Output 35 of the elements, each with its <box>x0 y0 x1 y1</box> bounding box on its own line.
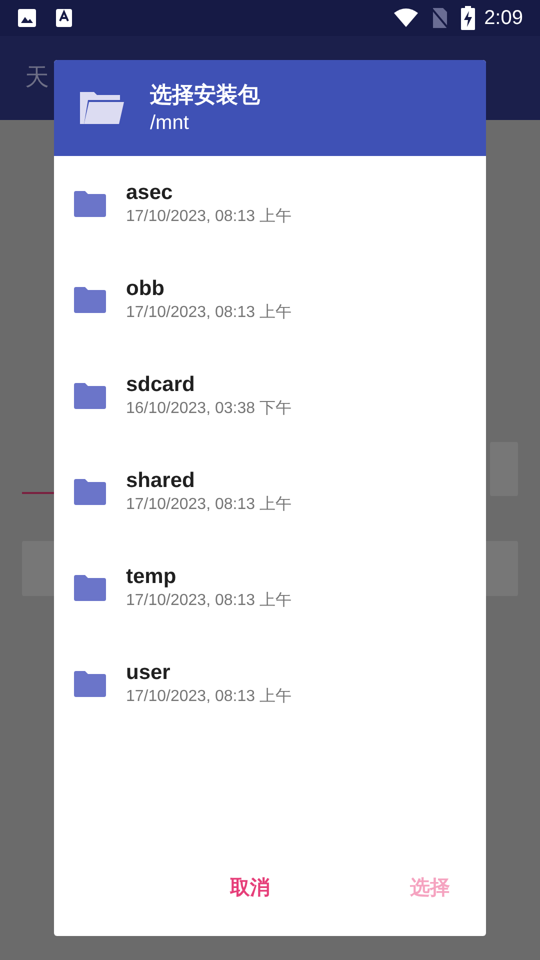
folder-name: shared <box>126 468 196 494</box>
folder-name: temp <box>126 564 178 590</box>
folder-name: sdcard <box>126 372 196 398</box>
status-time: 2:09 <box>484 6 523 31</box>
folder-date: 16/10/2023, 03:38 下午 <box>126 399 292 419</box>
folder-date: 17/10/2023, 08:13 上午 <box>126 686 292 707</box>
folder-item[interactable]: temp 17/10/2023, 08:13 上午 <box>54 540 486 636</box>
no-sim-icon <box>431 7 450 29</box>
folder-date: 17/10/2023, 08:13 上午 <box>126 206 292 227</box>
wifi-icon <box>393 8 420 28</box>
folder-date: 17/10/2023, 08:13 上午 <box>126 494 292 515</box>
folder-date: 17/10/2023, 08:13 上午 <box>126 302 292 323</box>
image-icon <box>17 8 37 28</box>
dialog-title: 选择安装包 <box>150 81 260 109</box>
folder-icon <box>74 575 106 601</box>
text-icon <box>55 8 73 28</box>
open-folder-icon <box>80 92 124 124</box>
folder-icon <box>74 479 106 505</box>
folder-name: obb <box>126 276 166 302</box>
folder-item[interactable]: obb 17/10/2023, 08:13 上午 <box>54 252 486 348</box>
cancel-button[interactable]: 取消 <box>216 865 284 911</box>
folder-item[interactable]: asec 17/10/2023, 08:13 上午 <box>54 156 486 252</box>
folder-icon <box>74 287 106 313</box>
folder-name: asec <box>126 180 174 206</box>
folder-icon <box>74 383 106 409</box>
folder-icon <box>74 671 106 697</box>
app-title: 天 <box>25 63 49 93</box>
folder-item[interactable]: user 17/10/2023, 08:13 上午 <box>54 636 486 732</box>
folder-icon <box>74 191 106 217</box>
folder-item[interactable]: shared 17/10/2023, 08:13 上午 <box>54 444 486 540</box>
folder-date: 17/10/2023, 08:13 上午 <box>126 590 292 611</box>
battery-charging-icon <box>461 6 476 30</box>
dialog-path: /mnt <box>150 111 190 136</box>
folder-item[interactable]: sdcard 16/10/2023, 03:38 下午 <box>54 348 486 444</box>
folder-name: user <box>126 660 172 686</box>
